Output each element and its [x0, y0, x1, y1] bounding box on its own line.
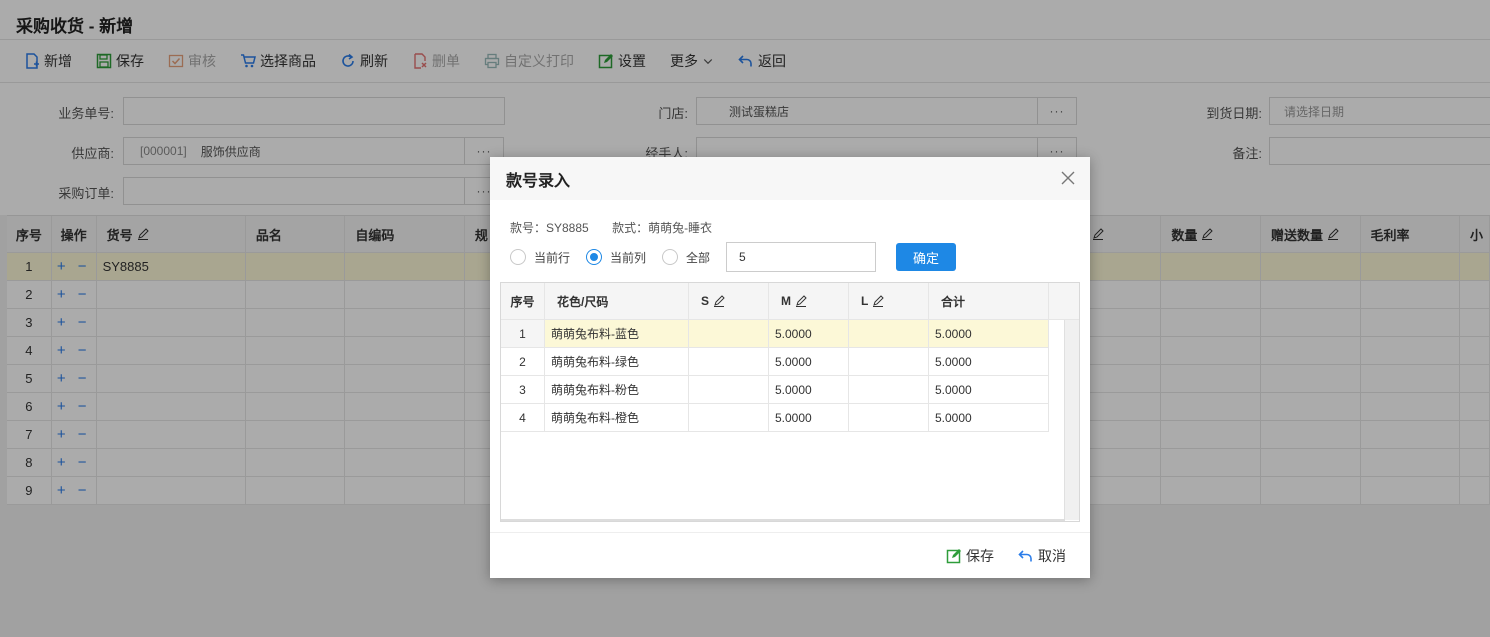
- radio-current-row-label: 当前行: [534, 250, 571, 265]
- matrix-cell-s[interactable]: [689, 320, 769, 347]
- radio-current-column-label: 当前列: [610, 250, 647, 265]
- fill-scope-radios: 当前行 当前列 全部: [510, 243, 726, 271]
- matrix-cell-color: 萌萌兔布料-橙色: [545, 404, 689, 431]
- matrix-col-color-size: 花色/尺码: [545, 283, 689, 319]
- edit-save-icon: [946, 548, 961, 563]
- matrix-cell-color: 萌萌兔布料-蓝色: [545, 320, 689, 347]
- matrix-row[interactable]: 4 萌萌兔布料-橙色 5.0000 5.0000: [501, 404, 1049, 432]
- matrix-cell-l[interactable]: [849, 320, 929, 347]
- matrix-cell-color: 萌萌兔布料-粉色: [545, 376, 689, 403]
- confirm-button[interactable]: 确定: [896, 243, 956, 271]
- matrix-cell-total: 5.0000: [929, 404, 1049, 431]
- vertical-scrollbar[interactable]: [1064, 320, 1079, 520]
- radio-dot: [510, 249, 526, 265]
- dialog-title: 款号录入: [506, 172, 571, 190]
- matrix-cell-s[interactable]: [689, 404, 769, 431]
- close-icon[interactable]: [1060, 170, 1076, 186]
- matrix-col-spacer: [1049, 283, 1079, 319]
- matrix-cell-m[interactable]: 5.0000: [769, 404, 849, 431]
- matrix-cell-l[interactable]: [849, 376, 929, 403]
- matrix-cell-total: 5.0000: [929, 320, 1049, 347]
- matrix-header: 序号 花色/尺码 S M L 合计: [501, 283, 1079, 320]
- matrix-cell-l[interactable]: [849, 348, 929, 375]
- radio-dot: [662, 249, 679, 265]
- matrix-col-l[interactable]: L: [849, 283, 929, 319]
- dialog-save-button[interactable]: 保存: [946, 546, 994, 566]
- matrix-body: 1 萌萌兔布料-蓝色 5.0000 5.0000 2 萌萌兔布料-绿色 5.0000 5.00…: [501, 320, 1079, 432]
- matrix-col-total: 合计: [929, 283, 1049, 319]
- radio-current-column[interactable]: 当前列: [586, 249, 646, 266]
- dialog-save-label: 保存: [966, 547, 994, 564]
- matrix-col-l-label: L: [861, 294, 869, 308]
- radio-all-label: 全部: [686, 250, 711, 265]
- matrix-row[interactable]: 3 萌萌兔布料-粉色 5.0000 5.0000: [501, 376, 1049, 404]
- size-matrix-table: 序号 花色/尺码 S M L 合计 1 萌萌兔布料-蓝色 5.0000 5.0000 2…: [500, 282, 1080, 522]
- style-info: 款号：SY8885 款式：萌萌兔-睡衣: [510, 219, 732, 236]
- matrix-cell-total: 5.0000: [929, 348, 1049, 375]
- matrix-cell-seq: 2: [501, 348, 545, 375]
- matrix-cell-seq: 3: [501, 376, 545, 403]
- style-entry-dialog: 款号录入 款号：SY8885 款式：萌萌兔-睡衣 当前行 当前列 全部 5 确定…: [490, 157, 1090, 578]
- dialog-cancel-button[interactable]: 取消: [1018, 546, 1066, 566]
- pencil-icon: [873, 295, 885, 307]
- matrix-cell-m[interactable]: 5.0000: [769, 376, 849, 403]
- back-arrow-icon: [1018, 549, 1032, 561]
- style-no: 款号：SY8885: [510, 221, 589, 235]
- matrix-cell-s[interactable]: [689, 348, 769, 375]
- horizontal-scrollbar[interactable]: [501, 519, 1065, 521]
- pencil-icon: [796, 295, 807, 307]
- radio-current-row[interactable]: 当前行: [510, 249, 570, 266]
- matrix-cell-s[interactable]: [689, 376, 769, 403]
- matrix-cell-total: 5.0000: [929, 376, 1049, 403]
- matrix-col-s[interactable]: S: [689, 283, 769, 319]
- matrix-cell-color: 萌萌兔布料-绿色: [545, 348, 689, 375]
- matrix-cell-seq: 1: [501, 320, 545, 347]
- matrix-cell-seq: 4: [501, 404, 545, 431]
- fill-value-input[interactable]: 5: [726, 242, 876, 272]
- dialog-header: 款号录入: [490, 157, 1090, 200]
- pencil-icon: [714, 295, 725, 307]
- matrix-col-seq: 序号: [501, 283, 545, 319]
- matrix-col-m[interactable]: M: [769, 283, 849, 319]
- matrix-row[interactable]: 1 萌萌兔布料-蓝色 5.0000 5.0000: [501, 320, 1049, 348]
- style-name: 款式：萌萌兔-睡衣: [612, 221, 713, 235]
- matrix-cell-l[interactable]: [849, 404, 929, 431]
- radio-dot-checked: [586, 249, 603, 265]
- dialog-footer: 保存 取消: [490, 532, 1090, 578]
- radio-all[interactable]: 全部: [662, 249, 710, 266]
- matrix-col-m-label: M: [781, 294, 791, 308]
- matrix-col-s-label: S: [701, 294, 710, 308]
- matrix-cell-m[interactable]: 5.0000: [769, 320, 849, 347]
- matrix-cell-m[interactable]: 5.0000: [769, 348, 849, 375]
- dialog-cancel-label: 取消: [1038, 547, 1066, 564]
- matrix-row[interactable]: 2 萌萌兔布料-绿色 5.0000 5.0000: [501, 348, 1049, 376]
